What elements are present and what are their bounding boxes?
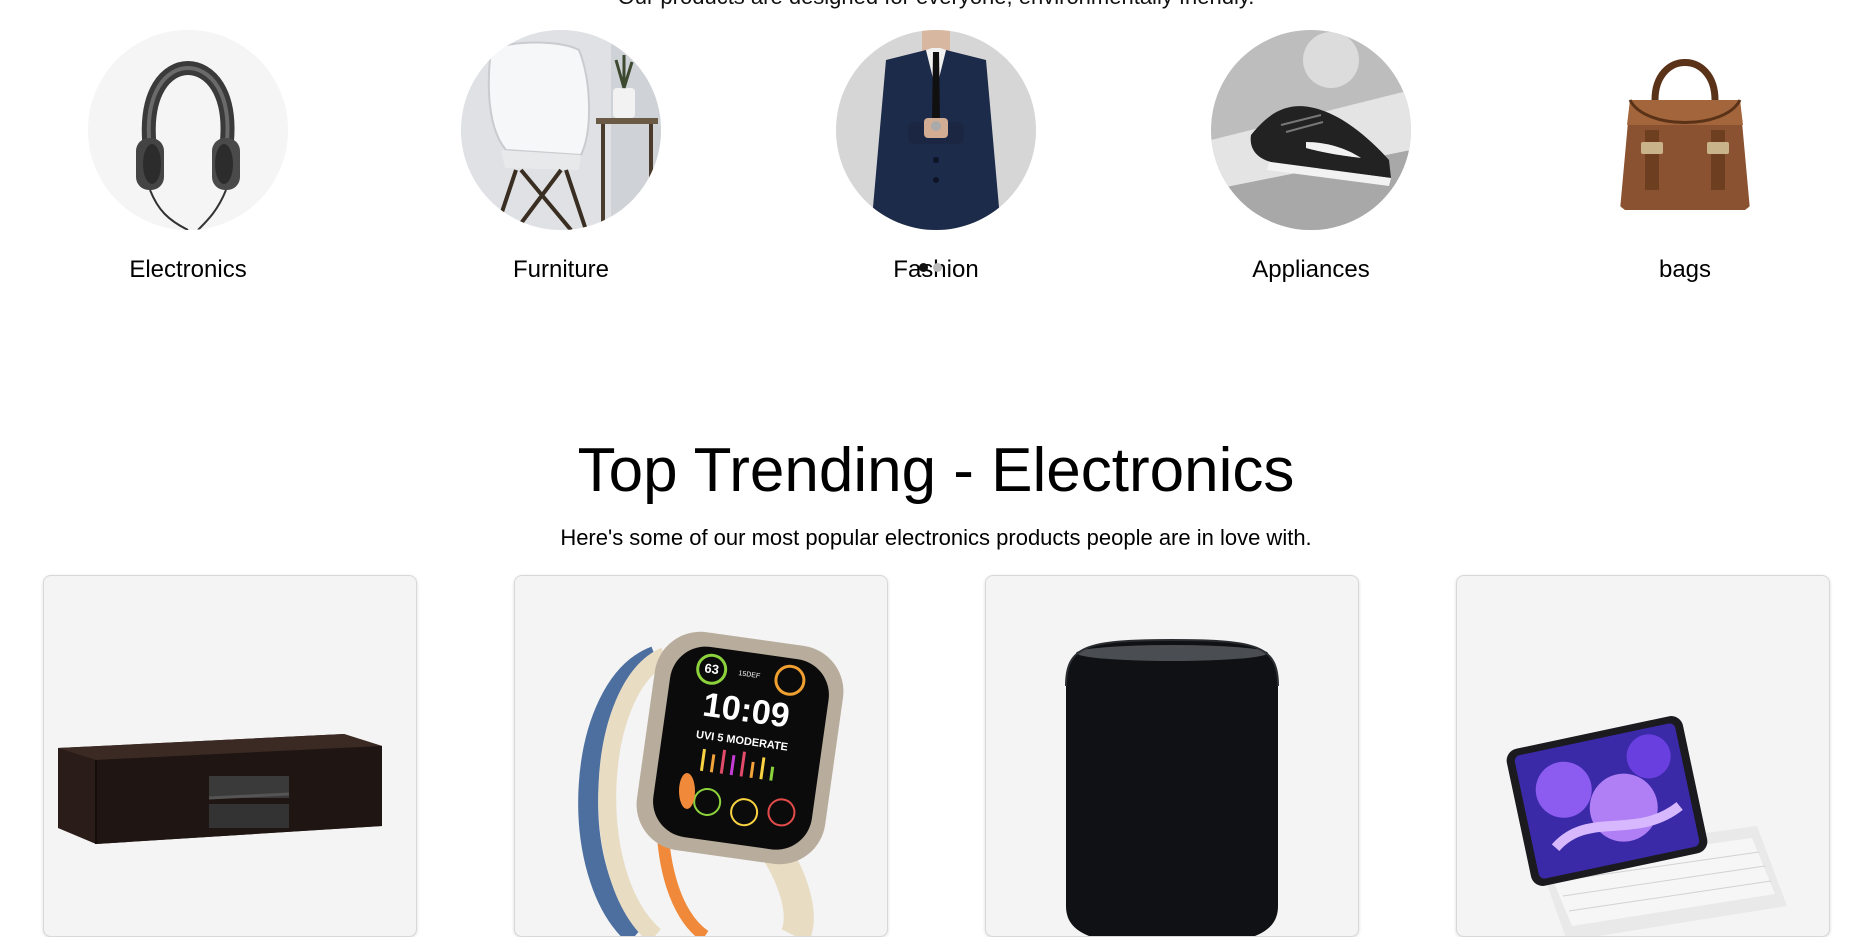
- sneaker-image: [1211, 30, 1411, 230]
- category-furniture[interactable]: Furniture: [411, 30, 711, 284]
- category-row: Electronics Furniture Appliances bags: [0, 30, 1872, 300]
- tablet-image: [1506, 716, 1787, 936]
- handbag-image: [1585, 30, 1785, 230]
- category-fashion[interactable]: Fashion: [786, 30, 1086, 284]
- category-electronics[interactable]: Electronics: [38, 30, 338, 284]
- category-label: Furniture: [512, 256, 610, 283]
- chair-image: [461, 30, 661, 230]
- product-card-speaker[interactable]: [985, 575, 1359, 937]
- product-card-smartwatch[interactable]: 10:09 UVI 5 MODERATE 63 15DEF: [514, 575, 888, 937]
- speaker-image: [1065, 638, 1279, 936]
- section-title: Top Trending - Electronics: [577, 436, 1295, 505]
- category-label: bags: [1658, 256, 1712, 283]
- carousel-dot[interactable]: [933, 263, 942, 272]
- suit-image: [836, 30, 1036, 230]
- section-subtitle: Here's some of our most popular electron…: [560, 525, 1312, 550]
- category-label: Electronics: [129, 256, 247, 283]
- carousel-dot-active[interactable]: [919, 263, 928, 272]
- watch-complication: 63: [704, 660, 720, 677]
- smartwatch-image: 10:09 UVI 5 MODERATE 63 15DEF: [578, 631, 844, 936]
- headphones-image: [88, 30, 288, 230]
- tagline: Our products are designed for everyone, …: [0, 0, 1872, 8]
- product-card-tablet[interactable]: [1456, 575, 1830, 937]
- category-appliances[interactable]: Appliances: [1161, 30, 1461, 284]
- category-bags[interactable]: bags: [1535, 30, 1835, 284]
- category-label: Appliances: [1252, 256, 1370, 283]
- product-card-tv-stand[interactable]: [43, 575, 417, 937]
- tv-stand-image: [58, 734, 382, 844]
- carousel-indicator[interactable]: [919, 263, 949, 273]
